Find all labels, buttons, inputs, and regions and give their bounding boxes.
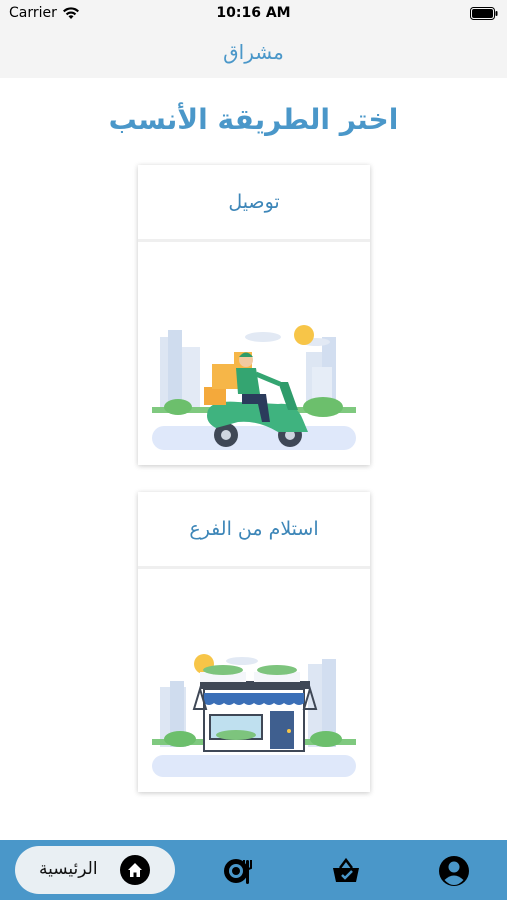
restaurant-icon[interactable] (222, 855, 254, 887)
status-time: 10:16 AM (216, 5, 291, 21)
home-icon (120, 855, 150, 885)
delivery-scooter-illustration (152, 325, 356, 450)
profile-icon[interactable] (438, 855, 470, 887)
storefront-illustration (152, 654, 356, 777)
navigation-bar: مشراق (0, 28, 507, 78)
status-bar: Carrier 10:16 AM (0, 0, 507, 28)
pickup-option-card[interactable]: استلام من الفرع (138, 492, 370, 792)
tab-home[interactable]: الرئيسية (15, 846, 175, 894)
delivery-option-label: توصيل (138, 165, 370, 242)
page-heading: اختر الطريقة الأنسب (108, 103, 399, 136)
tab-home-label: الرئيسية (39, 859, 98, 879)
pickup-option-label: استلام من الفرع (138, 492, 370, 569)
nav-title: مشراق (223, 40, 284, 64)
battery-icon (470, 7, 498, 20)
basket-check-icon[interactable] (330, 855, 362, 887)
bottom-tab-bar: الرئيسية (0, 840, 507, 900)
delivery-option-card[interactable]: توصيل (138, 165, 370, 465)
